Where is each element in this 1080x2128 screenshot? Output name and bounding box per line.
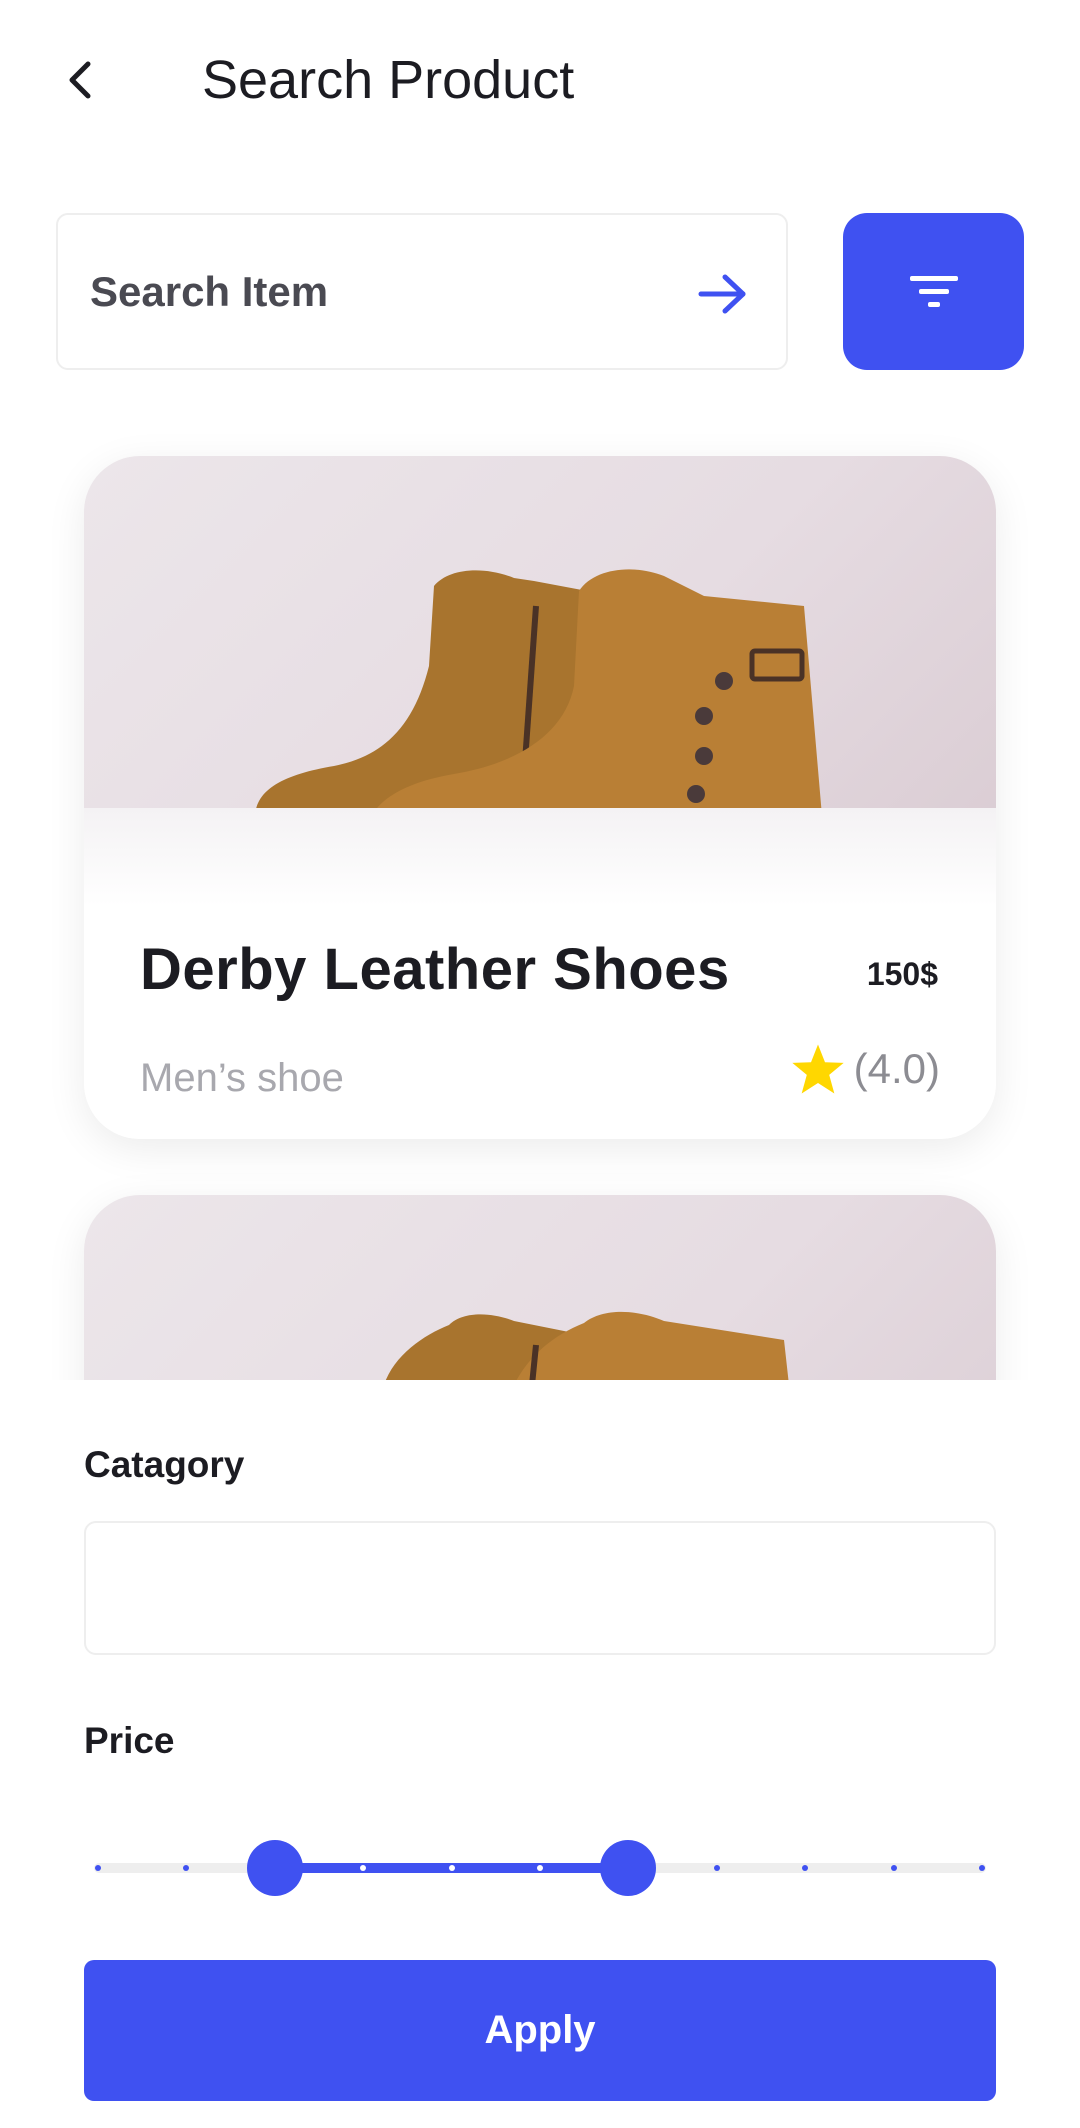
product-card[interactable]: Derby Leather Shoes 150$ Men’s shoe (4.0…	[84, 456, 996, 1139]
slider-tick	[95, 1865, 101, 1871]
product-name: Derby Leather Shoes	[140, 937, 730, 1002]
back-arrow-icon	[69, 61, 91, 99]
search-box	[56, 213, 788, 370]
filter-sheet: Catagory Price Apply	[0, 1380, 1080, 2128]
star-icon	[791, 1044, 844, 1094]
price-range-slider[interactable]	[84, 1828, 996, 1908]
apply-button[interactable]: Apply	[84, 1960, 996, 2101]
arrow-right-icon	[698, 274, 746, 314]
page-title: Search Product	[202, 50, 575, 110]
product-details: Derby Leather Shoes 150$ Men’s shoe (4.0…	[84, 906, 996, 1139]
header: Search Product	[0, 0, 1080, 160]
price-label: Price	[84, 1720, 175, 1761]
search-input[interactable]	[90, 255, 650, 329]
category-label: Catagory	[84, 1444, 245, 1485]
min-price-handle[interactable]	[246, 1840, 303, 1896]
category-field[interactable]	[84, 1521, 996, 1655]
product-image	[84, 456, 996, 906]
slider-tick	[890, 1865, 897, 1871]
slider-tick	[448, 1865, 455, 1871]
filter-icon	[909, 275, 958, 307]
slider-tick	[537, 1865, 543, 1871]
max-price-handle[interactable]	[600, 1840, 657, 1896]
product-price: 150$	[866, 956, 938, 992]
rating-value: (4.0)	[853, 1045, 940, 1092]
product-category: Men’s shoe	[140, 1056, 344, 1100]
product-rating: (4.0)	[790, 1042, 940, 1096]
back-button[interactable]	[56, 50, 104, 110]
search-submit-button[interactable]	[688, 259, 758, 329]
slider-tick	[713, 1865, 720, 1871]
filter-button[interactable]	[843, 213, 1024, 370]
slider-tick	[979, 1865, 985, 1871]
